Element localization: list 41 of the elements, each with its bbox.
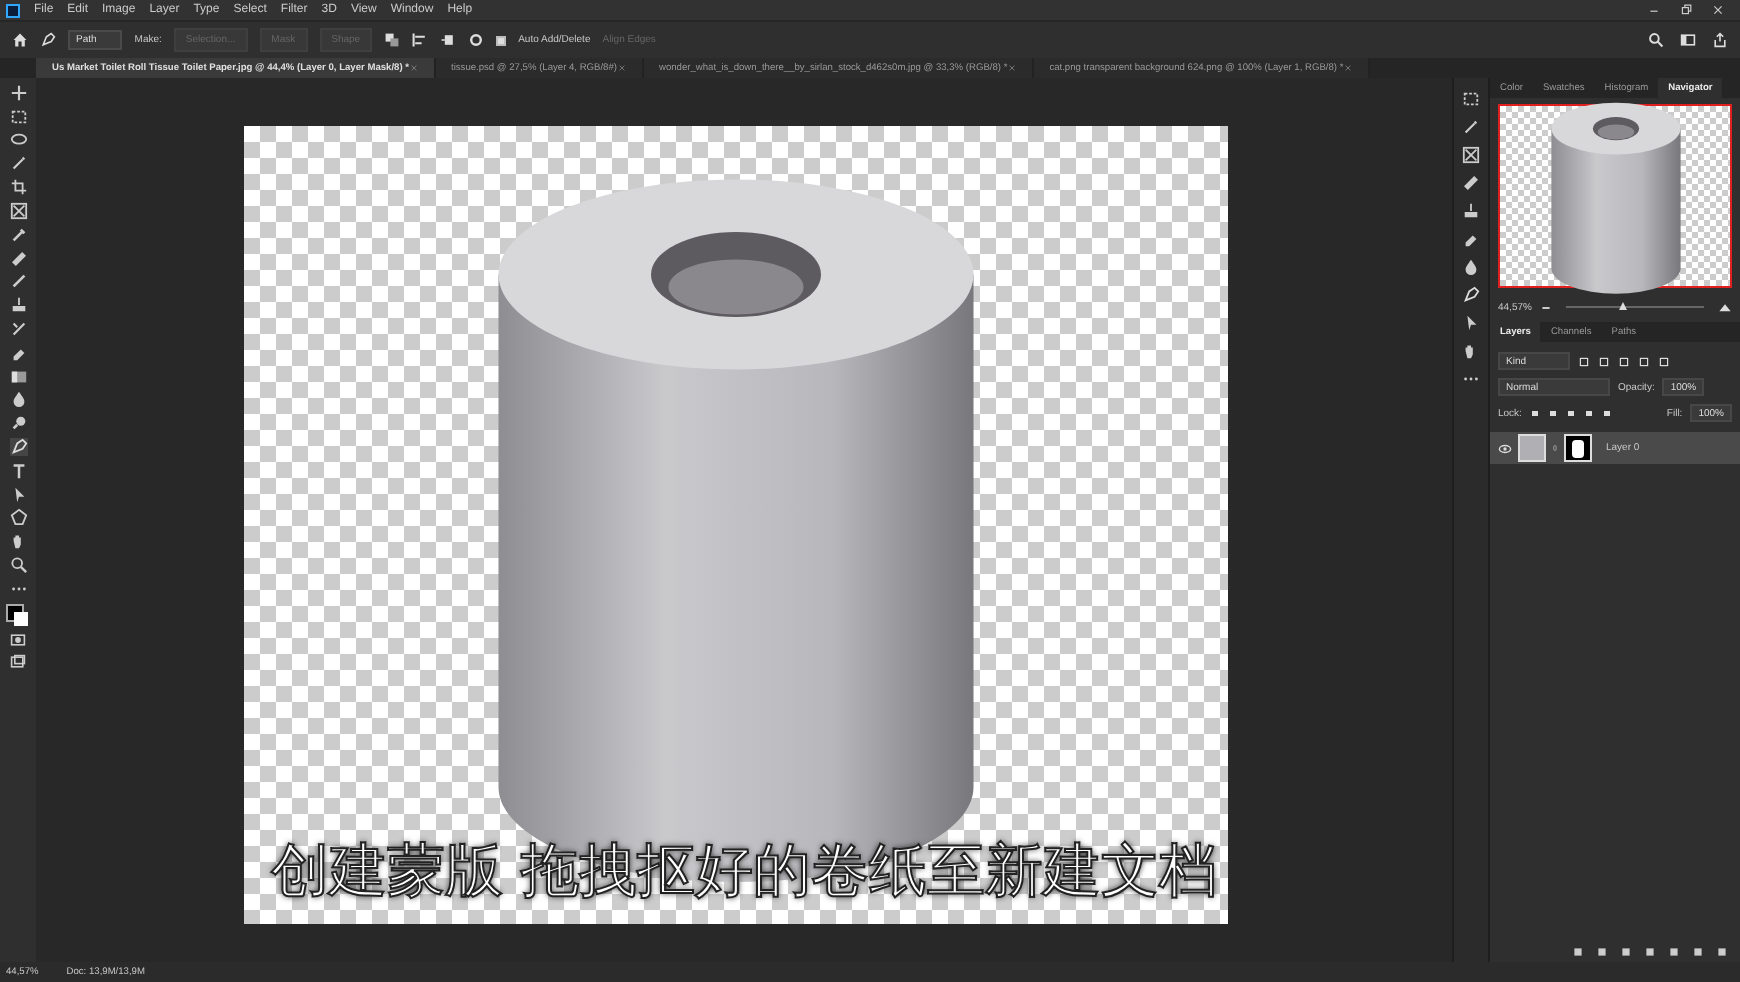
pen-tool-icon[interactable] [40, 32, 56, 48]
search-icon[interactable] [1648, 32, 1664, 48]
zoom-icon[interactable] [9, 555, 27, 574]
navigator-preview[interactable] [1498, 104, 1732, 288]
shape-icon[interactable] [9, 508, 27, 527]
share-icon[interactable] [1712, 32, 1728, 48]
zoom-in-icon[interactable] [1718, 300, 1732, 314]
hand-icon[interactable] [9, 532, 27, 551]
subtitle-caption: 创建蒙版 拖拽抠好的卷纸至新建文档 [270, 836, 1218, 904]
crop-icon[interactable] [9, 178, 27, 197]
lasso-icon[interactable] [9, 131, 27, 150]
color-swatches-icon[interactable] [6, 603, 30, 628]
path-arrangement-icon[interactable] [440, 32, 457, 48]
pen-icon[interactable] [9, 437, 27, 456]
eyedropper-icon[interactable] [9, 225, 27, 244]
frame-icon[interactable] [9, 201, 27, 220]
path-operations-icon[interactable] [384, 32, 401, 48]
close-icon[interactable] [617, 64, 625, 72]
screen-mode-icon[interactable] [10, 654, 26, 671]
history-brush-icon[interactable] [9, 319, 27, 338]
app-logo[interactable] [6, 3, 20, 17]
path-alignment-icon[interactable] [412, 32, 429, 48]
restore-icon[interactable] [1680, 4, 1692, 16]
marquee-icon[interactable] [9, 107, 27, 126]
path-select-icon[interactable] [9, 485, 27, 504]
zoom-slider-thumb[interactable] [1618, 302, 1627, 310]
auto-add-delete-checkbox[interactable] [496, 35, 507, 45]
home-icon[interactable] [12, 32, 28, 48]
quick-select-icon[interactable] [9, 154, 27, 173]
quick-mask-icon[interactable] [10, 632, 26, 649]
gear-icon[interactable] [468, 32, 485, 48]
workspace-icon[interactable] [1680, 32, 1696, 48]
layer-mask-thumbnail [1564, 434, 1592, 462]
layer-thumbnail [1518, 434, 1546, 462]
eye-icon[interactable] [1498, 441, 1512, 455]
stamp-icon[interactable] [9, 296, 27, 315]
gradient-icon[interactable] [9, 367, 27, 386]
close-icon[interactable] [1712, 4, 1724, 16]
blur-icon[interactable] [9, 390, 27, 409]
zoom-out-icon[interactable] [1539, 301, 1552, 313]
dodge-icon[interactable] [9, 414, 27, 433]
